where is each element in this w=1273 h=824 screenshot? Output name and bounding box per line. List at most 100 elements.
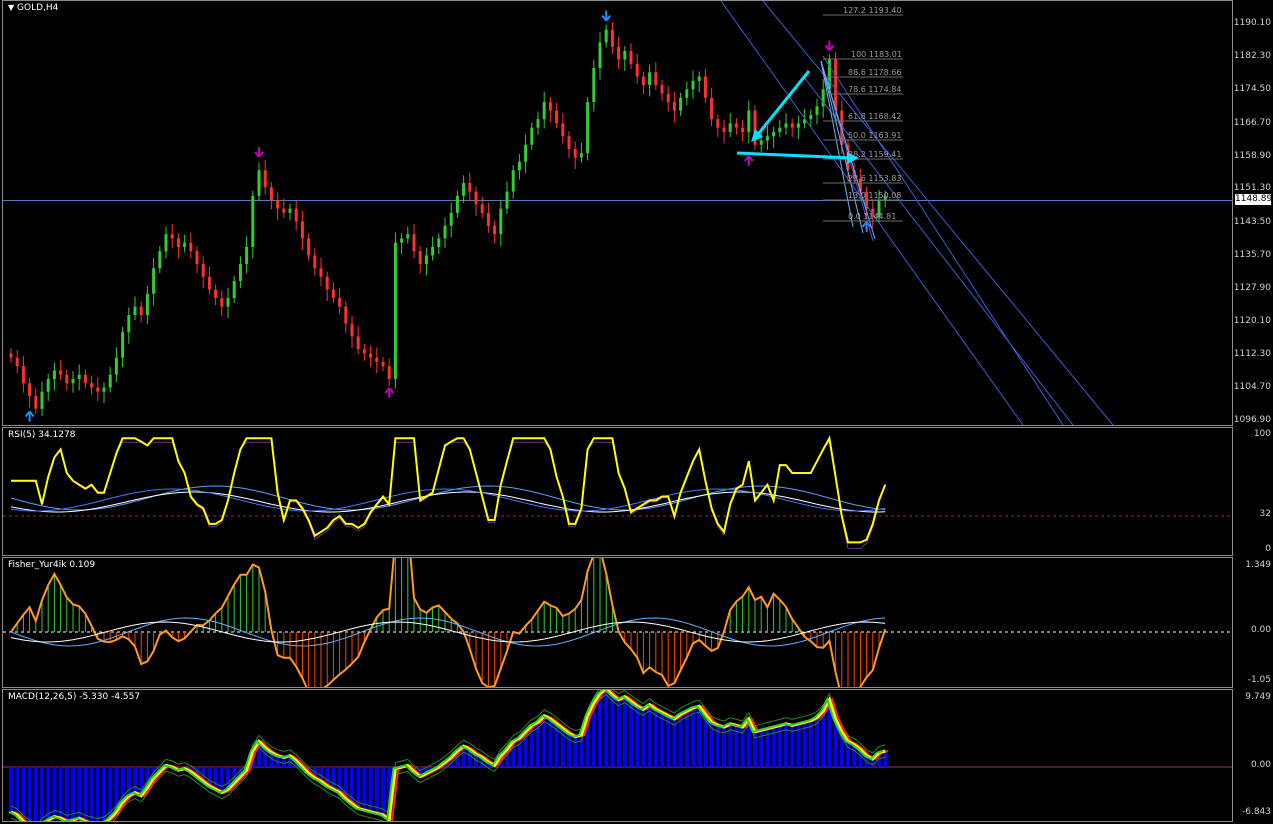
candle-body [536,119,540,128]
candle-body [83,374,87,384]
candle-body [573,148,577,158]
fib-level-label: 0.0 1144.81 [848,212,897,221]
candle-body [52,370,56,379]
candle-body [387,366,391,379]
candle-body [369,353,373,358]
candle-body [486,212,490,226]
candle-body [424,255,428,264]
up-arrow-icon [384,387,394,399]
candle-body [269,187,273,201]
candle-body [207,276,211,290]
candle-body [648,72,652,86]
candle-body [654,72,658,86]
candle-body [679,97,683,111]
candle-body [660,85,664,94]
candle-body [21,366,25,384]
candle-body [710,97,714,120]
candle-body [623,50,627,60]
price-tick-label: 1143.50 [1233,216,1271,227]
candle-body [505,191,509,209]
price-chart[interactable] [3,1,1233,426]
candle-body [319,268,323,277]
candle-body [393,242,397,379]
candle-body [170,234,174,239]
rsi-tick-100: 100 [1253,429,1271,439]
candle-body [232,281,236,299]
rsi-tick-32: 32 [1259,509,1271,519]
candle-body [183,242,187,247]
fisher-pane[interactable]: Fisher_Yur4ik 0.109 [2,557,1233,688]
candle-body [34,396,38,409]
candle-body [468,183,472,192]
price-tick-label: 1127.90 [1233,282,1271,293]
candle-body [294,208,298,222]
candle-body [46,378,50,392]
symbol-title: ▼ GOLD,H4 [8,3,58,13]
macd-pane[interactable]: MACD(12,26,5) -5.330 -4.557 [2,689,1233,822]
candle-body [635,63,639,77]
candle-body [257,170,261,196]
candle-body [592,68,596,103]
candle-body [480,204,484,213]
rsi-chart[interactable] [3,428,1233,556]
candle-body [350,323,354,337]
candle-body [493,225,497,235]
macd-chart[interactable] [3,690,1233,822]
candle-body [114,357,118,375]
price-tick-label: 1151.30 [1233,183,1271,194]
candle-body [524,144,528,162]
candle-body [610,29,614,47]
macd-tick-top: 9.749 [1245,692,1271,702]
candle-body [629,50,633,64]
candle-body [412,234,416,252]
rsi-axis: 100 32 0 [1233,427,1273,556]
fib-level-label: 61.8 1168.42 [848,112,902,121]
fib-level-label: 78.6 1174.84 [848,85,902,94]
candle-body [300,221,304,239]
candle-body [220,298,224,307]
candle-body [189,242,193,252]
fib-level-label: 127.2 1193.40 [843,6,902,15]
candle-body [375,357,379,362]
candle-body [195,251,199,264]
fisher-tick-zero: 0.00 [1250,625,1271,635]
macd-fast-line [8,690,884,821]
candle-body [325,276,329,290]
candle-body [834,59,838,111]
macd-tick-bottom: -6.843 [1241,807,1271,817]
candle-body [338,298,342,307]
candle-body [145,293,149,316]
macd-tick-zero: 0.00 [1250,760,1271,770]
candle-body [567,136,571,149]
candle-body [152,268,156,294]
candle-body [59,370,63,375]
candle-body [778,127,782,132]
candle-body [127,315,131,333]
horizontal-arrow-line [736,151,854,160]
fib-level-label: 50.0 1163.91 [848,131,902,140]
fib-level-label: 100 1183.01 [851,50,902,59]
price-tick-label: 1135.70 [1233,249,1271,260]
price-tick-label: 1104.70 [1233,381,1271,392]
price-tick-label: 1158.90 [1233,150,1271,161]
main-price-pane[interactable]: ▼ GOLD,H4 127.2 1193.40 100 1183.01 88.6 1… [2,0,1233,426]
candle-body [65,374,69,384]
macd-title: MACD(12,26,5) -5.330 -4.557 [8,692,141,702]
candle-body [617,46,621,60]
candle-body [344,306,348,324]
dropdown-triangle-icon[interactable]: ▼ [8,3,14,12]
candle-body [108,374,112,388]
candle-body [672,102,676,111]
candle-body [722,127,726,132]
candle-body [728,123,732,132]
candle-body [400,238,404,243]
candle-body [245,246,249,264]
price-tick-label: 1182.30 [1233,51,1271,62]
candle-body [772,131,776,137]
fisher-chart[interactable] [3,558,1233,688]
candle-body [462,183,466,196]
candle-body [263,170,267,188]
rsi-pane[interactable]: RSI(5) 34.1278 [2,427,1233,556]
candle-body [796,123,800,128]
fisher-title: Fisher_Yur4ik 0.109 [8,560,96,570]
